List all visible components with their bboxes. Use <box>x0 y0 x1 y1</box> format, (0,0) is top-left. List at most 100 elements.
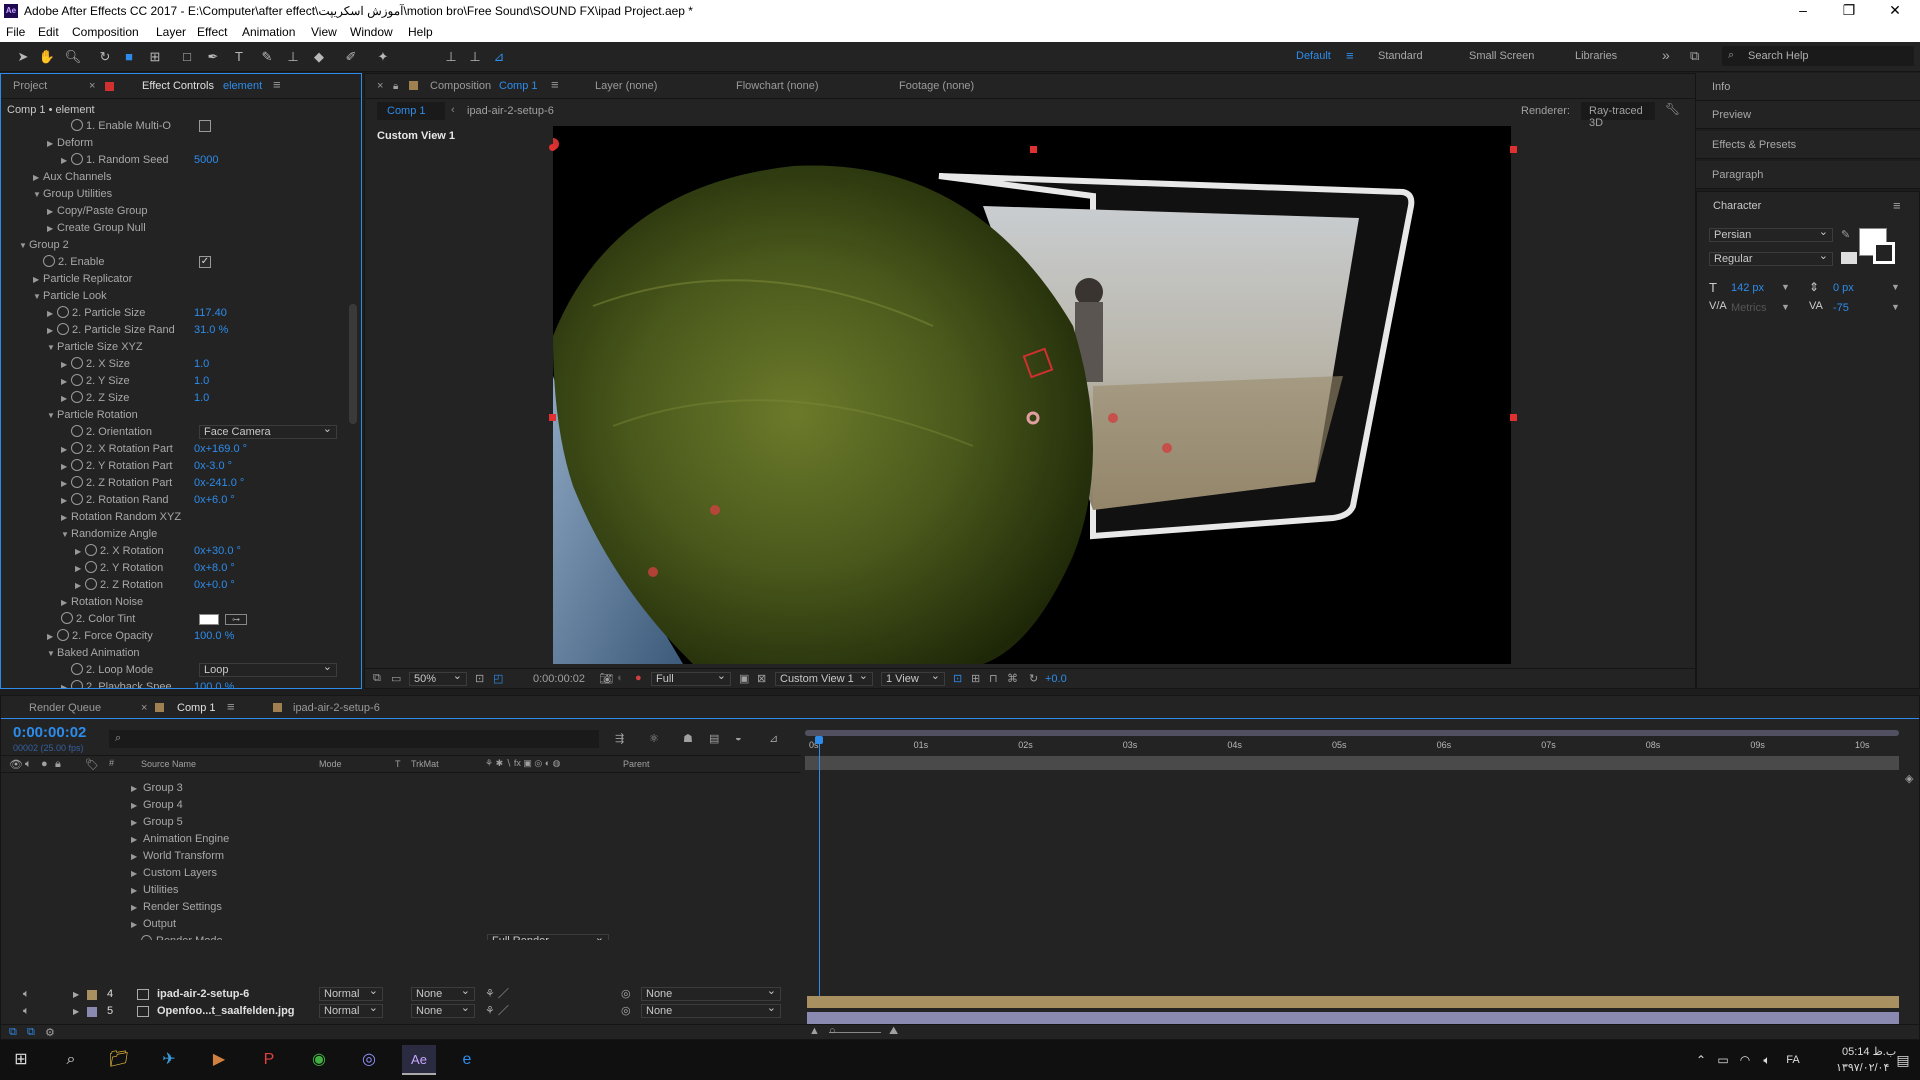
effect-property-row[interactable]: ▶ Create Group Null <box>1 220 349 237</box>
menu-animation[interactable]: Animation <box>242 25 295 39</box>
timeline-property-row[interactable]: ▶ Utilities <box>1 882 801 899</box>
selection-tool-icon[interactable]: ➤ <box>14 48 32 66</box>
stopwatch-icon[interactable] <box>71 442 83 454</box>
maximize-button[interactable]: ❐ <box>1834 2 1864 19</box>
track-matte-dropdown[interactable]: None <box>411 1002 475 1018</box>
expand-triangle-icon[interactable]: ▶ <box>75 577 85 594</box>
property-value[interactable]: 100.0 % <box>194 679 234 688</box>
layer-source-icon[interactable] <box>137 1006 149 1017</box>
expand-triangle-icon[interactable]: ▶ <box>47 203 57 220</box>
timeline-property-row[interactable]: ▶ Group 3 <box>1 780 801 797</box>
effect-property-row[interactable]: ▶ Copy/Paste Group <box>1 203 349 220</box>
stopwatch-icon[interactable] <box>57 323 69 335</box>
expand-triangle-icon[interactable]: ▶ <box>61 509 71 526</box>
effect-property-row[interactable]: ▼ Group Utilities <box>1 186 349 203</box>
collapse-triangle-icon[interactable]: ▼ <box>19 237 29 254</box>
audio-toggle-icon[interactable]: 🔈︎ <box>25 758 32 771</box>
effects-presets-panel[interactable]: Effects & Presets <box>1696 131 1920 159</box>
collapse-triangle-icon[interactable]: ▼ <box>33 288 43 305</box>
no-fill-icon[interactable] <box>1841 252 1857 264</box>
sync-settings-icon[interactable]: ⧉ <box>1690 48 1699 64</box>
layer-name[interactable]: Openfoo...t_saalfelden.jpg <box>157 1003 295 1020</box>
property-value[interactable]: 5000 <box>194 152 218 169</box>
collapse-triangle-icon[interactable]: ▼ <box>61 526 71 543</box>
blend-mode-dropdown[interactable]: Normal <box>319 1002 383 1018</box>
expand-triangle-icon[interactable]: ▶ <box>131 916 143 933</box>
close-tab-icon[interactable]: × <box>89 80 95 92</box>
effect-property-row[interactable]: ▼ Particle Look <box>1 288 349 305</box>
view-axis-icon[interactable]: ⊿ <box>490 48 508 66</box>
tracking-value[interactable]: -75 <box>1833 302 1849 314</box>
stopwatch-icon[interactable] <box>71 476 83 488</box>
stopwatch-icon[interactable] <box>85 561 97 573</box>
tab-ipad-comp[interactable]: ipad-air-2-setup-6 <box>293 702 380 714</box>
effect-property-row[interactable]: ▶ 2. Y Rotation 0x+8.0 ° <box>1 560 349 577</box>
kerning-value[interactable]: Metrics <box>1731 302 1766 314</box>
parent-dropdown[interactable]: None <box>641 1002 781 1018</box>
collapse-triangle-icon[interactable]: ▼ <box>47 407 57 424</box>
property-value[interactable]: 0x+0.0 ° <box>194 577 235 594</box>
expand-triangle-icon[interactable]: ▶ <box>73 1003 79 1020</box>
layer-switches-icon[interactable]: ⚘ ／ <box>485 986 509 1003</box>
effect-property-row[interactable]: ▼ Baked Animation <box>1 645 349 662</box>
menu-effect[interactable]: Effect <box>197 25 227 39</box>
tab-composition[interactable]: Composition <box>430 80 491 92</box>
solo-toggle-icon[interactable]: ● <box>41 758 48 770</box>
transparency-grid-icon[interactable]: ⊠ <box>757 672 766 685</box>
effect-property-row[interactable]: 2. Orientation Face Camera <box>1 423 349 441</box>
cinema-icon[interactable]: ◎ <box>354 1045 384 1075</box>
expand-triangle-icon[interactable]: ▶ <box>75 543 85 560</box>
timeline-property-row[interactable]: ▶ Group 5 <box>1 814 801 831</box>
rectangle-tool-icon[interactable]: □ <box>178 48 196 66</box>
chevron-down-icon[interactable]: ▼ <box>1891 282 1900 292</box>
property-value[interactable]: 0x-241.0 ° <box>194 475 244 492</box>
menu-window[interactable]: Window <box>350 25 393 39</box>
show-snapshot-icon[interactable]: ◐ <box>617 672 624 684</box>
rotate-tool-icon[interactable]: ↻ <box>96 48 114 66</box>
frame-blending-icon[interactable]: ▤ <box>709 732 719 745</box>
search-icon[interactable]: ⌕ <box>56 1045 86 1075</box>
chevron-down-icon[interactable]: ▼ <box>1781 282 1790 292</box>
right-handle[interactable] <box>1510 414 1517 421</box>
time-navigator[interactable] <box>805 730 1899 736</box>
property-value[interactable]: 1.0 <box>194 356 209 373</box>
telegram-icon[interactable]: ✈ <box>154 1045 184 1075</box>
title-safe-icon[interactable]: ◰ <box>493 672 503 685</box>
stopwatch-icon[interactable] <box>71 153 83 165</box>
effect-property-row[interactable]: 2. Enable ✓ <box>1 254 349 271</box>
workspace-small-screen[interactable]: Small Screen <box>1469 50 1534 62</box>
enable-checkbox[interactable] <box>199 120 211 132</box>
layer-row[interactable]: 🔈︎ ▶ 4 ipad-air-2-setup-6 Normal None ⚘ ／ ◎ None <box>1 985 801 1003</box>
tab-footage[interactable]: Footage (none) <box>899 80 974 92</box>
expand-triangle-icon[interactable]: ▶ <box>131 797 143 814</box>
effect-property-row[interactable]: ▶ 2. X Rotation 0x+30.0 ° <box>1 543 349 560</box>
eyedropper-icon[interactable]: ⊶ <box>225 614 247 625</box>
resolution-select[interactable]: Full <box>651 670 731 686</box>
expand-triangle-icon[interactable]: ▶ <box>61 356 71 373</box>
media-player-icon[interactable]: ▶ <box>204 1045 234 1075</box>
collapse-triangle-icon[interactable]: ▼ <box>47 645 57 662</box>
tab-render-queue[interactable]: Render Queue <box>29 702 101 714</box>
current-time-display[interactable]: 0:00:00:02 <box>13 724 86 741</box>
app-p-icon[interactable]: P <box>254 1045 284 1075</box>
chrome-icon[interactable]: ◉ <box>304 1045 334 1075</box>
pan-behind-tool-icon[interactable]: ⊞ <box>146 48 164 66</box>
property-dropdown[interactable]: Loop <box>199 661 337 677</box>
breadcrumb-comp1[interactable]: Comp 1 <box>377 102 445 120</box>
toggle-in-out-icon[interactable]: ⚙ <box>45 1026 55 1039</box>
timeline-property-row[interactable]: Render Mode Full Render <box>1 932 801 940</box>
effect-property-row[interactable]: ▶ Rotation Random XYZ <box>1 509 349 526</box>
timeline-property-row[interactable]: ▶ Output <box>1 916 801 933</box>
view-layout-select[interactable]: 1 View <box>881 670 945 686</box>
effect-property-row[interactable]: ▶ Aux Channels <box>1 169 349 186</box>
expand-triangle-icon[interactable]: ▶ <box>73 986 79 1003</box>
stopwatch-icon[interactable] <box>71 374 83 386</box>
property-value[interactable]: 1.0 <box>194 390 209 407</box>
zoom-in-icon[interactable]: ⛰ <box>889 1025 898 1038</box>
property-dropdown[interactable]: Face Camera <box>199 423 337 439</box>
expand-triangle-icon[interactable]: ▶ <box>131 831 143 848</box>
property-value[interactable]: 0x-3.0 ° <box>194 458 232 475</box>
effect-property-row[interactable]: 2. Color Tint ⊶ <box>1 611 349 628</box>
roto-brush-tool-icon[interactable]: ✐ <box>342 48 360 66</box>
local-axis-icon[interactable]: ⊥ <box>442 48 460 66</box>
